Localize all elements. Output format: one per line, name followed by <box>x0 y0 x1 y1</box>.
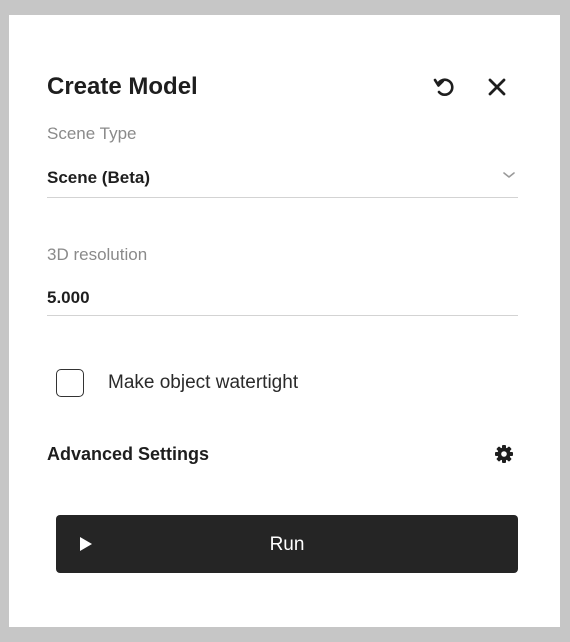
reset-button[interactable] <box>431 74 457 100</box>
resolution-input[interactable]: 5.000 <box>47 288 90 308</box>
close-icon <box>488 78 506 96</box>
scene-type-label: Scene Type <box>47 124 137 143</box>
resolution-divider <box>47 315 518 316</box>
resolution-label: 3D resolution <box>47 245 148 264</box>
run-button[interactable]: Run <box>56 515 518 573</box>
watertight-label: Make object watertight <box>108 372 299 393</box>
scene-type-value: Scene (Beta) <box>47 168 150 187</box>
watertight-option[interactable]: Make object watertight <box>56 366 298 400</box>
gear-icon[interactable] <box>494 444 514 464</box>
undo-icon <box>433 78 454 97</box>
run-label: Run <box>269 534 305 555</box>
scene-type-select[interactable]: Scene (Beta) <box>47 162 518 198</box>
advanced-settings[interactable]: Advanced Settings <box>47 440 518 470</box>
advanced-settings-label: Advanced Settings <box>47 444 210 464</box>
scene-type-divider <box>47 197 518 198</box>
chevron-down-icon <box>503 172 515 178</box>
panel-header: Create Model <box>47 72 517 102</box>
close-button[interactable] <box>484 74 510 100</box>
panel-title: Create Model <box>47 73 198 100</box>
watertight-checkbox[interactable] <box>56 369 84 397</box>
